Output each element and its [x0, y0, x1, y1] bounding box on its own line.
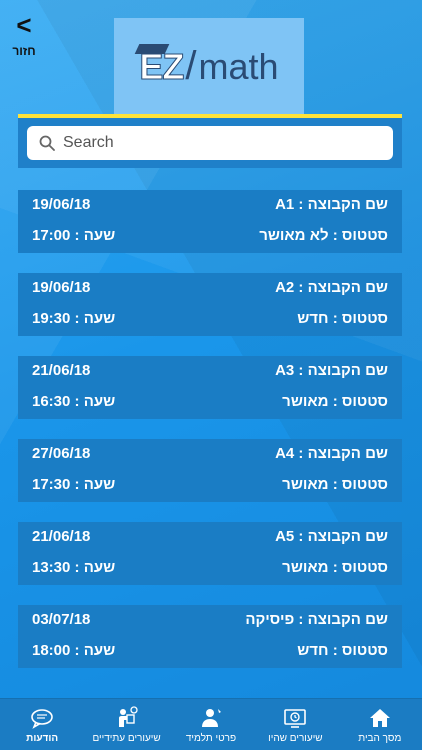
- lesson-card[interactable]: 21/06/18 שם הקבוצה : A5 שעה : 13:30 סטטוס :…: [18, 522, 402, 585]
- group-value: A5: [275, 528, 295, 545]
- logo-math-text: math: [198, 45, 279, 87]
- time-label: שעה :: [70, 393, 116, 410]
- tab-label: שיעורים עתידיים: [92, 733, 161, 744]
- lesson-card[interactable]: 19/06/18 שם הקבוצה : A1 שעה : 17:00 סטטוס :…: [18, 190, 402, 253]
- group-name: שם הקבוצה : A3: [275, 362, 388, 379]
- lesson-time: שעה : 13:30: [32, 559, 115, 576]
- group-name: שם הקבוצה : A1: [275, 196, 388, 213]
- tab-label: פרטי תלמיד: [185, 733, 237, 744]
- lesson-status: סטטוס : מאושר: [282, 559, 388, 576]
- lesson-card[interactable]: 19/06/18 שם הקבוצה : A2 שעה : 19:30 סטטוס :…: [18, 273, 402, 336]
- lesson-card[interactable]: 03/07/18 שם הקבוצה : פיסיקה שעה : 18:00 סטט…: [18, 605, 402, 668]
- lesson-date: 21/06/18: [32, 528, 91, 545]
- chevron-left-icon: <: [16, 10, 32, 40]
- time-label: שעה :: [70, 642, 116, 659]
- search-input[interactable]: [63, 134, 383, 152]
- lesson-date: 21/06/18: [32, 362, 91, 379]
- tab-past-lessons[interactable]: שיעורים שהיו: [253, 699, 337, 750]
- group-label: שם הקבוצה :: [294, 528, 388, 545]
- lesson-date: 27/06/18: [32, 445, 91, 462]
- status-value: מאושר: [282, 559, 329, 576]
- group-value: פיסיקה: [245, 611, 295, 628]
- tab-label: מסך הבית: [358, 733, 402, 744]
- tab-messages[interactable]: הודעות: [0, 699, 84, 750]
- student-icon: [201, 709, 221, 727]
- status-value: מאושר: [282, 393, 329, 410]
- app-logo: EZ / math: [114, 18, 304, 114]
- group-value: A4: [275, 445, 295, 462]
- group-label: שם הקבוצה :: [294, 611, 388, 628]
- time-label: שעה :: [70, 310, 116, 327]
- lesson-status: סטטוס : מאושר: [282, 476, 388, 493]
- lesson-time: שעה : 18:00: [32, 642, 115, 659]
- lesson-status: סטטוס : לא מאושר: [259, 227, 388, 244]
- tab-future-lessons[interactable]: שיעורים עתידיים: [84, 699, 168, 750]
- tab-student-details[interactable]: פרטי תלמיד: [169, 699, 253, 750]
- search-panel: [18, 118, 402, 168]
- messages-icon: [31, 709, 53, 729]
- lesson-status: סטטוס : חדש: [297, 642, 388, 659]
- lesson-card[interactable]: 21/06/18 שם הקבוצה : A3 שעה : 16:30 סטטוס :…: [18, 356, 402, 419]
- lesson-date: 19/06/18: [32, 279, 91, 296]
- time-label: שעה :: [70, 227, 116, 244]
- time-value: 18:00: [32, 642, 71, 659]
- status-label: סטטוס :: [328, 393, 388, 410]
- bottom-tab-bar: מסך הבית שיעורים שהיו פרטי תלמיד שיעורים…: [0, 698, 422, 750]
- lesson-time: שעה : 17:00: [32, 227, 115, 244]
- lesson-date: 03/07/18: [32, 611, 91, 628]
- group-name: שם הקבוצה : A2: [275, 279, 388, 296]
- status-value: מאושר: [282, 476, 329, 493]
- group-label: שם הקבוצה :: [294, 445, 388, 462]
- time-value: 16:30: [32, 393, 71, 410]
- lesson-time: שעה : 19:30: [32, 310, 115, 327]
- time-label: שעה :: [70, 559, 116, 576]
- status-value: חדש: [297, 642, 329, 659]
- status-label: סטטוס :: [328, 642, 388, 659]
- tab-home[interactable]: מסך הבית: [338, 699, 422, 750]
- lesson-date: 19/06/18: [32, 196, 91, 213]
- lesson-time: שעה : 16:30: [32, 393, 115, 410]
- group-name: שם הקבוצה : A4: [275, 445, 388, 462]
- status-label: סטטוס :: [328, 559, 388, 576]
- status-value: לא מאושר: [259, 227, 329, 244]
- group-label: שם הקבוצה :: [294, 362, 388, 379]
- time-value: 13:30: [32, 559, 71, 576]
- status-label: סטטוס :: [328, 227, 388, 244]
- group-value: A3: [275, 362, 295, 379]
- graduation-cap-icon: [135, 43, 170, 54]
- back-button[interactable]: < חזור: [6, 12, 42, 60]
- status-value: חדש: [297, 310, 329, 327]
- tab-label: שיעורים שהיו: [268, 733, 323, 744]
- status-label: סטטוס :: [328, 310, 388, 327]
- past-lessons-icon: [284, 709, 307, 728]
- logo-divider: /: [185, 43, 197, 88]
- group-value: A2: [275, 279, 295, 296]
- home-icon: [369, 709, 390, 727]
- group-name: שם הקבוצה : פיסיקה: [245, 611, 388, 628]
- status-label: סטטוס :: [328, 476, 388, 493]
- back-label: חזור: [12, 44, 36, 58]
- search-icon: [39, 135, 55, 151]
- header: < חזור EZ / math: [0, 0, 422, 120]
- group-name: שם הקבוצה : A5: [275, 528, 388, 545]
- time-label: שעה :: [70, 476, 116, 493]
- search-box[interactable]: [27, 126, 393, 160]
- time-value: 17:30: [32, 476, 71, 493]
- time-value: 19:30: [32, 310, 71, 327]
- group-value: A1: [275, 196, 295, 213]
- lesson-status: סטטוס : מאושר: [282, 393, 388, 410]
- lesson-status: סטטוס : חדש: [297, 310, 388, 327]
- tab-label: הודעות: [26, 733, 59, 744]
- group-label: שם הקבוצה :: [294, 196, 388, 213]
- lesson-time: שעה : 17:30: [32, 476, 115, 493]
- future-lessons-icon: [118, 706, 138, 727]
- group-label: שם הקבוצה :: [294, 279, 388, 296]
- time-value: 17:00: [32, 227, 71, 244]
- lesson-card[interactable]: 27/06/18 שם הקבוצה : A4 שעה : 17:30 סטטוס :…: [18, 439, 402, 502]
